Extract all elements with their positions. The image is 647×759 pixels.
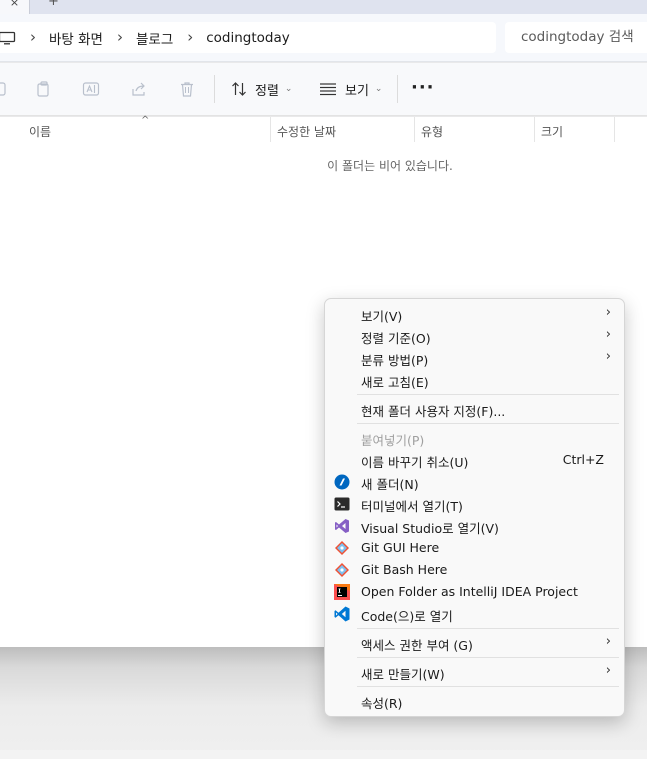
menu-item-git-gui[interactable]: Git GUI Here (325, 537, 624, 559)
sort-icon (232, 82, 246, 96)
submenu-arrow-icon: › (605, 634, 611, 649)
menu-shortcut: Ctrl+Z (562, 452, 604, 467)
address-row: › 바탕 화면 › 블로그 › codingtoday codingtoday … (0, 14, 647, 62)
menu-item-new[interactable]: 새로 만들기(W) › (325, 661, 624, 683)
breadcrumb-chevron-icon[interactable]: › (117, 30, 123, 45)
breadcrumb-chevron-icon[interactable]: › (30, 30, 36, 45)
more-options-icon[interactable]: ··· (411, 77, 435, 98)
breadcrumb-blog[interactable]: 블로그 (136, 28, 173, 48)
submenu-arrow-icon: › (605, 305, 611, 320)
menu-item-refresh[interactable]: 새로 고침(E) (325, 369, 624, 391)
menu-item-open-vscode[interactable]: Code(으)로 열기 (325, 603, 624, 625)
menu-item-customize-folder[interactable]: 현재 폴더 사용자 지정(F)... (325, 398, 624, 420)
menu-item-label: 속성(R) (361, 696, 403, 711)
sort-label: 정렬 (255, 83, 279, 99)
menu-item-sort-by[interactable]: 정렬 기준(O) › (325, 325, 624, 347)
menu-separator (357, 657, 619, 658)
this-pc-icon[interactable] (0, 31, 16, 45)
menu-item-undo-rename[interactable]: 이름 바꾸기 취소(U) Ctrl+Z (325, 449, 624, 471)
intellij-icon (334, 584, 350, 600)
chevron-down-icon: ⌄ (374, 84, 383, 94)
breadcrumb-chevron-icon[interactable]: › (187, 30, 193, 45)
column-header-type[interactable]: 유형 (421, 121, 531, 143)
context-menu: 보기(V) › 정렬 기준(O) › 분류 방법(P) › 새로 고침(E) 현… (324, 298, 625, 717)
new-folder-icon (334, 474, 350, 490)
menu-item-label: 액세스 권한 부여 (G) (361, 638, 473, 653)
column-header-name[interactable]: 이름 (29, 121, 269, 143)
menu-item-give-access[interactable]: 액세스 권한 부여 (G) › (325, 632, 624, 654)
menu-item-open-visual-studio[interactable]: Visual Studio로 열기(V) (325, 515, 624, 537)
address-bar[interactable]: › 바탕 화면 › 블로그 › codingtoday (0, 22, 496, 53)
menu-separator (357, 628, 619, 629)
menu-separator (357, 394, 619, 395)
sort-button[interactable]: 정렬 ⌄ (231, 79, 292, 99)
menu-item-label: 분류 방법(P) (361, 353, 429, 368)
empty-folder-message: 이 폴더는 비어 있습니다. (327, 159, 453, 173)
command-bar: 정렬 ⌄ 보기 ⌄ ··· (0, 63, 647, 116)
menu-item-paste[interactable]: 붙여넣기(P) (325, 427, 624, 449)
column-modified-label: 수정한 날짜 (277, 125, 337, 139)
tab-close-icon[interactable]: × (10, 0, 19, 9)
menu-item-git-bash[interactable]: Git Bash Here (325, 559, 624, 581)
menu-separator (357, 686, 619, 687)
menu-item-label: 현재 폴더 사용자 지정(F)... (361, 404, 506, 419)
column-header-size[interactable]: 크기 (541, 121, 611, 143)
toolbar-divider (397, 75, 398, 103)
vscode-icon (334, 606, 350, 622)
submenu-arrow-icon: › (605, 349, 611, 364)
menu-item-label: 새 폴더(N) (361, 477, 419, 492)
view-button[interactable]: 보기 ⌄ (319, 79, 382, 99)
column-divider[interactable] (414, 117, 415, 142)
chevron-down-icon: ⌄ (284, 84, 293, 94)
git-bash-icon (335, 563, 349, 577)
search-input[interactable]: codingtoday 검색 (505, 22, 647, 53)
menu-item-label: 붙여넣기(P) (361, 433, 425, 448)
column-divider[interactable] (614, 117, 615, 142)
tab-strip: × + (0, 0, 647, 14)
view-label: 보기 (345, 83, 369, 99)
delete-icon[interactable] (178, 80, 196, 98)
menu-item-label: 새로 고침(E) (361, 375, 429, 390)
menu-item-label: 이름 바꾸기 취소(U) (361, 455, 469, 470)
menu-item-view[interactable]: 보기(V) › (325, 303, 624, 325)
git-gui-icon (335, 541, 349, 555)
submenu-arrow-icon: › (605, 327, 611, 342)
column-name-label: 이름 (29, 125, 52, 139)
visual-studio-icon (335, 519, 349, 533)
menu-item-new-folder[interactable]: 새 폴더(N) (325, 471, 624, 493)
menu-item-label: 보기(V) (361, 309, 403, 324)
menu-item-label: 정렬 기준(O) (361, 331, 431, 346)
toolbar-divider (214, 75, 215, 103)
share-icon[interactable] (130, 80, 148, 98)
breadcrumb-codingtoday[interactable]: codingtoday (206, 30, 290, 46)
terminal-icon (334, 497, 350, 511)
column-divider[interactable] (534, 117, 535, 142)
status-bar (0, 750, 647, 759)
menu-item-group-by[interactable]: 분류 방법(P) › (325, 347, 624, 369)
menu-item-open-intellij[interactable]: Open Folder as IntelliJ IDEA Project (325, 581, 624, 603)
menu-item-label: Visual Studio로 열기(V) (361, 521, 499, 536)
column-type-label: 유형 (421, 125, 444, 139)
menu-item-label: Git GUI Here (361, 540, 440, 555)
copy-icon[interactable] (35, 80, 53, 98)
submenu-arrow-icon: › (605, 663, 611, 678)
column-header-modified[interactable]: 수정한 날짜 (277, 121, 412, 143)
cut-icon[interactable] (0, 80, 8, 98)
menu-item-label: Code(으)로 열기 (361, 609, 453, 624)
tab-current[interactable]: × (0, 0, 30, 14)
breadcrumb-desktop[interactable]: 바탕 화면 (49, 28, 103, 48)
menu-item-label: Open Folder as IntelliJ IDEA Project (361, 584, 578, 599)
menu-item-label: 터미널에서 열기(T) (361, 499, 463, 514)
menu-item-label: Git Bash Here (361, 562, 448, 577)
view-list-icon (320, 83, 336, 96)
menu-separator (357, 423, 619, 424)
new-tab-icon[interactable]: + (48, 0, 59, 9)
menu-item-properties[interactable]: 속성(R) (325, 690, 624, 712)
rename-icon[interactable] (82, 80, 100, 98)
column-size-label: 크기 (541, 125, 564, 139)
menu-item-open-terminal[interactable]: 터미널에서 열기(T) (325, 493, 624, 515)
menu-item-label: 새로 만들기(W) (361, 667, 445, 682)
column-divider[interactable] (270, 117, 271, 142)
